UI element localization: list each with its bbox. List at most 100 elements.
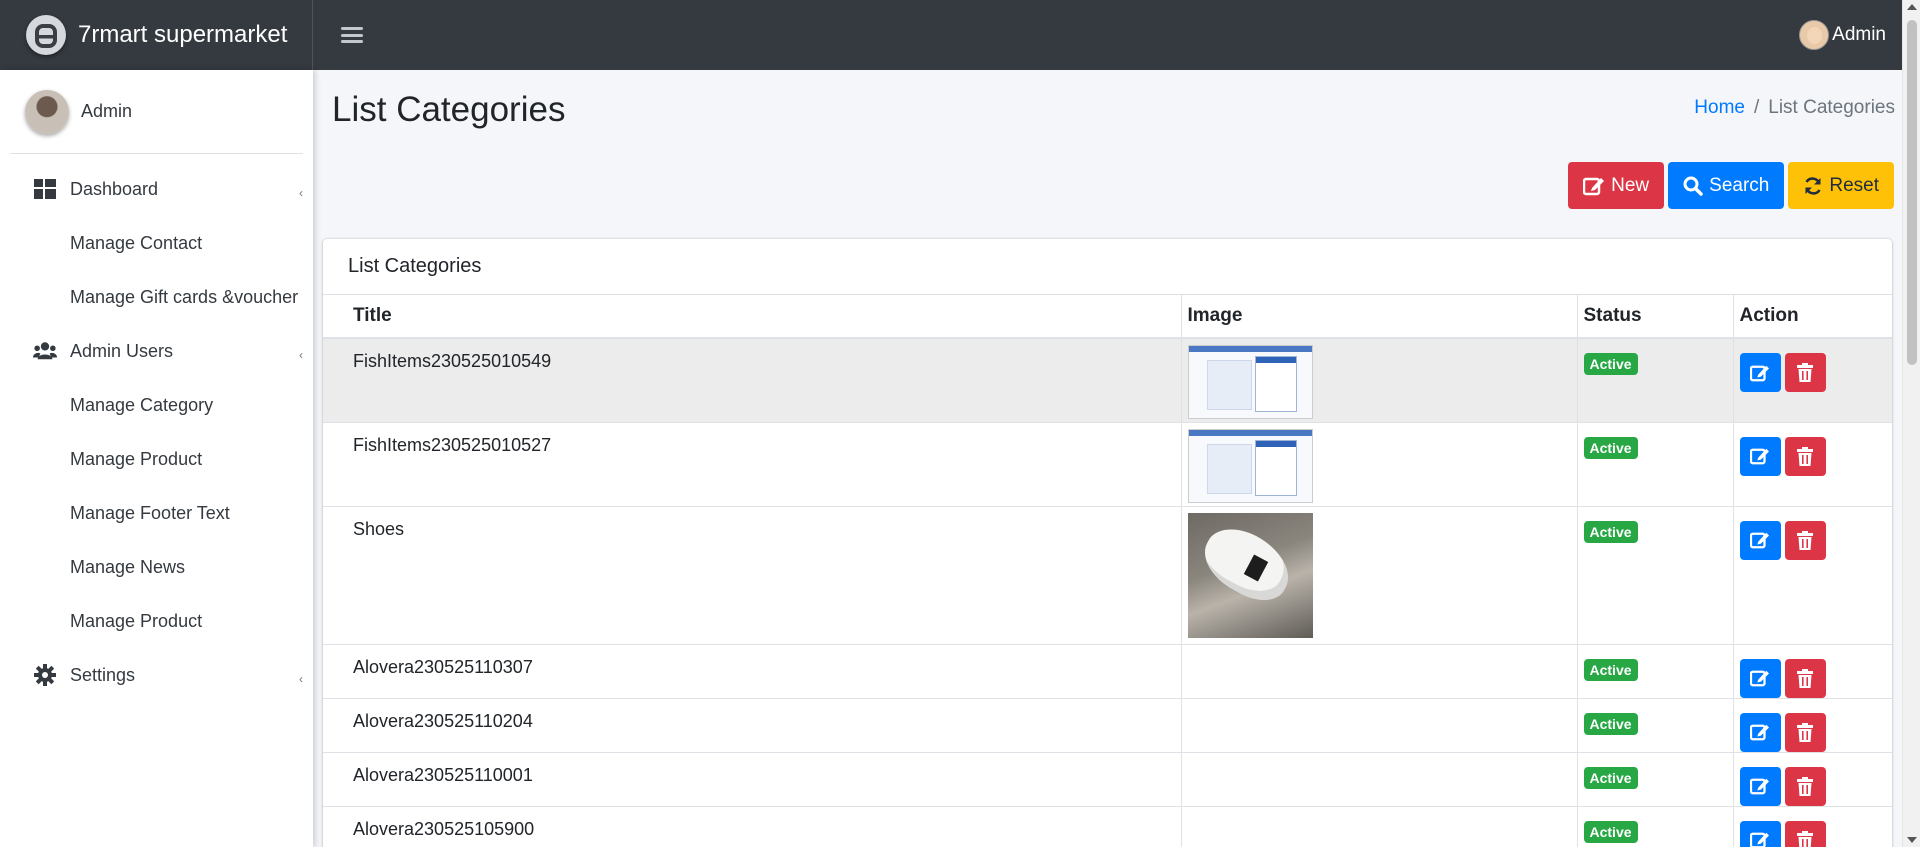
- reset-button[interactable]: Reset: [1788, 162, 1894, 209]
- table-row: Alovera230525110204 Active: [323, 698, 1892, 753]
- category-image-cell: [1181, 806, 1578, 847]
- edit-icon: [1583, 177, 1605, 195]
- column-header-action: Action: [1733, 295, 1892, 339]
- scroll-up-arrow-icon[interactable]: [1907, 4, 1917, 10]
- category-title: Alovera230525110001: [323, 752, 1182, 807]
- top-navbar: 7rmart supermarket Admin: [0, 0, 1902, 70]
- category-action-cell: [1733, 506, 1892, 645]
- category-image-cell: [1181, 506, 1578, 645]
- new-button-label: New: [1611, 174, 1650, 196]
- sidebar-item-settings[interactable]: Settings ‹: [0, 648, 313, 702]
- table-row: Alovera230525110001 Active: [323, 752, 1892, 807]
- column-header-image[interactable]: Image: [1181, 295, 1578, 339]
- edit-icon: [1750, 670, 1769, 687]
- sidebar-item-dashboard[interactable]: Dashboard ‹: [0, 162, 313, 216]
- dashboard-icon: [33, 178, 57, 200]
- trash-icon: [1797, 446, 1813, 466]
- sidebar-item-manage-product-2[interactable]: Manage Product: [0, 594, 313, 648]
- category-title: Alovera230525110307: [323, 644, 1182, 699]
- status-badge: Active: [1583, 712, 1638, 735]
- category-status-cell: Active: [1577, 506, 1734, 645]
- breadcrumb-separator: /: [1753, 97, 1760, 118]
- search-button-label: Search: [1709, 174, 1770, 196]
- delete-button[interactable]: [1784, 436, 1826, 476]
- status-badge: Active: [1583, 436, 1638, 459]
- edit-icon: [1750, 778, 1769, 795]
- delete-button[interactable]: [1784, 820, 1826, 847]
- category-status-cell: Active: [1577, 806, 1734, 847]
- status-badge: Active: [1583, 353, 1638, 375]
- edit-button[interactable]: [1739, 520, 1781, 560]
- delete-button[interactable]: [1784, 712, 1826, 752]
- brand-name: 7rmart supermarket: [78, 21, 288, 48]
- category-action-cell: [1733, 752, 1892, 807]
- delete-button[interactable]: [1784, 658, 1826, 698]
- trash-icon: [1797, 363, 1813, 382]
- page-title: List Categories: [332, 90, 566, 129]
- edit-icon: [1750, 365, 1769, 381]
- scroll-down-arrow-icon[interactable]: [1907, 837, 1917, 843]
- category-status-cell: Active: [1577, 422, 1734, 507]
- table-header-row: Title Image Status Action: [323, 295, 1892, 339]
- brand[interactable]: 7rmart supermarket: [0, 0, 313, 70]
- sidebar-item-manage-product[interactable]: Manage Product: [0, 432, 313, 486]
- delete-button[interactable]: [1784, 520, 1826, 560]
- category-status-cell: Active: [1577, 752, 1734, 807]
- gear-icon: [33, 664, 57, 686]
- category-image: [1187, 428, 1313, 503]
- new-button[interactable]: New: [1568, 162, 1665, 209]
- sidebar-toggle-icon[interactable]: [341, 25, 363, 45]
- sidebar-item-label: Admin Users: [70, 340, 174, 361]
- sidebar-item-label: Dashboard: [70, 178, 159, 199]
- edit-button[interactable]: [1739, 712, 1781, 752]
- categories-table: Title Image Status Action FishItems23052…: [323, 295, 1892, 847]
- category-image: [1187, 345, 1313, 419]
- category-action-cell: [1733, 806, 1892, 847]
- sidebar-item-label: Settings: [70, 664, 136, 685]
- search-icon: [1683, 176, 1703, 196]
- category-status-cell: Active: [1577, 644, 1734, 699]
- trash-icon: [1797, 830, 1813, 847]
- breadcrumb-home-link[interactable]: Home: [1694, 97, 1745, 118]
- sidebar-item-label: Manage Category: [70, 394, 214, 415]
- column-header-status[interactable]: Status: [1577, 295, 1734, 339]
- category-action-cell: [1733, 644, 1892, 699]
- delete-button[interactable]: [1784, 766, 1826, 806]
- user-menu[interactable]: Admin: [1799, 20, 1886, 50]
- edit-button[interactable]: [1739, 353, 1781, 392]
- sidebar-item-manage-category[interactable]: Manage Category: [0, 378, 313, 432]
- category-title: Alovera230525110204: [323, 698, 1182, 753]
- category-image-cell: [1181, 698, 1578, 753]
- sidebar-item-admin-users[interactable]: Admin Users ‹: [0, 324, 313, 378]
- sidebar-item-manage-news[interactable]: Manage News: [0, 540, 313, 594]
- trash-icon: [1797, 668, 1813, 688]
- status-badge: Active: [1583, 658, 1638, 681]
- card-title: List Categories: [323, 239, 1892, 295]
- search-button[interactable]: Search: [1668, 162, 1785, 209]
- category-image-cell: [1181, 338, 1578, 423]
- edit-button[interactable]: [1739, 820, 1781, 847]
- table-row: Alovera230525105900 Active: [323, 806, 1892, 847]
- category-action-cell: [1733, 698, 1892, 753]
- sidebar-item-label: Manage Product: [70, 610, 203, 631]
- column-header-title[interactable]: Title: [323, 295, 1182, 339]
- user-menu-label: Admin: [1832, 24, 1886, 45]
- edit-icon: [1750, 832, 1769, 847]
- sidebar-user-panel[interactable]: Admin: [10, 70, 303, 154]
- edit-button[interactable]: [1739, 766, 1781, 806]
- category-title: FishItems230525010549: [323, 338, 1182, 423]
- delete-button[interactable]: [1784, 353, 1826, 392]
- reset-button-label: Reset: [1829, 174, 1879, 196]
- sidebar-item-manage-contact[interactable]: Manage Contact: [0, 216, 313, 270]
- edit-button[interactable]: [1739, 658, 1781, 698]
- category-title: Shoes: [323, 506, 1182, 645]
- category-image-cell: [1181, 752, 1578, 807]
- status-badge: Active: [1583, 766, 1638, 789]
- sidebar-item-manage-gift-cards[interactable]: Manage Gift cards &voucher: [0, 270, 313, 324]
- page-scrollbar[interactable]: [1902, 0, 1920, 847]
- category-action-cell: [1733, 338, 1892, 423]
- sidebar-item-manage-footer-text[interactable]: Manage Footer Text: [0, 486, 313, 540]
- edit-button[interactable]: [1739, 436, 1781, 476]
- table-row: Shoes Active: [323, 506, 1892, 645]
- scrollbar-thumb[interactable]: [1907, 20, 1917, 365]
